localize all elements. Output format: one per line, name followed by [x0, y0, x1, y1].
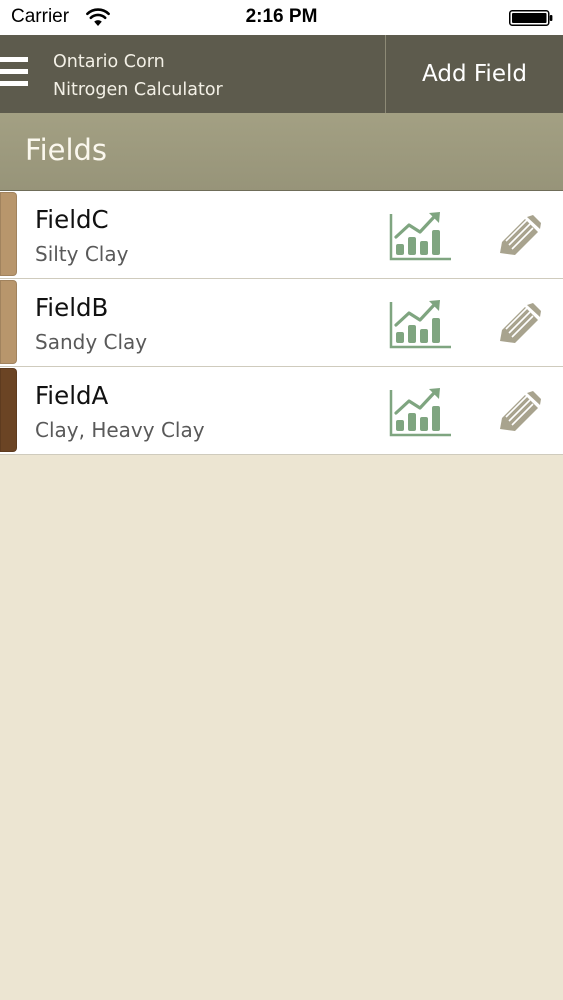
field-name: FieldA [35, 381, 109, 410]
nav-bar: Ontario Corn Nitrogen Calculator Add Fie… [0, 35, 563, 113]
field-soil-type: Clay, Heavy Clay [35, 418, 205, 442]
bar-chart-icon[interactable] [388, 386, 451, 438]
field-row-fieldb[interactable]: FieldB Sandy Clay [0, 279, 563, 367]
add-field-button[interactable]: Add Field [386, 35, 563, 113]
soil-color-swatch [0, 280, 17, 364]
pencil-edit-icon[interactable] [497, 391, 543, 431]
app-title-line2: Nitrogen Calculator [53, 80, 223, 100]
section-header: Fields [0, 113, 563, 191]
pencil-edit-icon[interactable] [497, 215, 543, 255]
status-time: 2:16 PM [245, 6, 318, 27]
battery-icon [509, 10, 553, 26]
soil-color-swatch [0, 368, 17, 452]
bar-chart-icon[interactable] [388, 210, 451, 262]
status-bar: Carrier 2:16 PM [0, 0, 563, 35]
soil-color-swatch [0, 192, 17, 276]
hamburger-menu-icon[interactable] [0, 57, 28, 91]
field-name: FieldC [35, 205, 109, 234]
field-name: FieldB [35, 293, 109, 322]
field-soil-type: Sandy Clay [35, 330, 148, 354]
app-title: Ontario Corn Nitrogen Calculator [53, 48, 373, 104]
bar-chart-icon[interactable] [388, 298, 451, 350]
field-row-fieldc[interactable]: FieldC Silty Clay [0, 191, 563, 279]
section-title: Fields [25, 133, 108, 167]
field-row-fielda[interactable]: FieldA Clay, Heavy Clay [0, 367, 563, 455]
field-soil-type: Silty Clay [35, 242, 129, 266]
app-title-line1: Ontario Corn [53, 52, 165, 72]
pencil-edit-icon[interactable] [497, 303, 543, 343]
field-list: FieldC Silty Clay FieldB Sandy Clay Fiel… [0, 191, 563, 455]
